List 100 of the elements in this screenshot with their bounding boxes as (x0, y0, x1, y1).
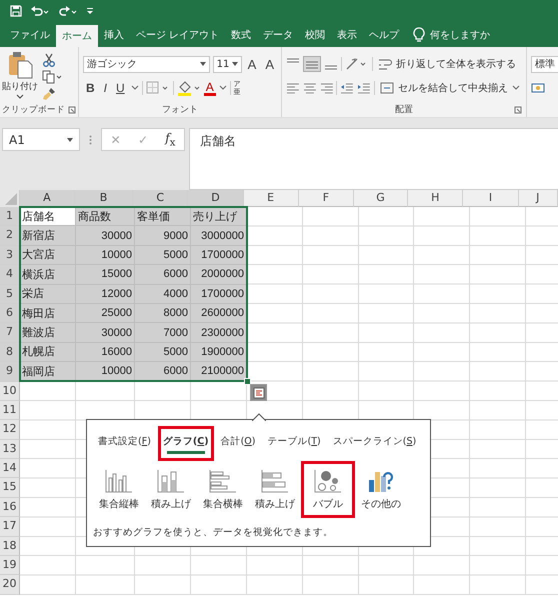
ribbon-tab[interactable]: ヘルプ (363, 22, 406, 47)
underline-button[interactable]: U (113, 81, 128, 95)
row-header[interactable]: 4 (0, 265, 20, 285)
table-cell: 客単価 (135, 207, 191, 226)
table-cell: 札幌店 (20, 342, 76, 362)
row-header[interactable]: 12 (0, 420, 20, 440)
table-cell: 5000 (135, 246, 191, 266)
column-header[interactable]: A (20, 190, 75, 207)
row-header[interactable]: 7 (0, 323, 20, 343)
italic-button[interactable]: I (100, 81, 110, 95)
analysis-tab[interactable]: 書式設定(F) (93, 426, 156, 461)
row-header[interactable]: 9 (0, 362, 20, 382)
row-header[interactable]: 3 (0, 246, 20, 266)
row-header[interactable]: 14 (0, 459, 20, 478)
row-header[interactable]: 16 (0, 498, 20, 518)
ribbon-tab[interactable]: ファイル (4, 22, 56, 47)
row-header[interactable]: 1 (0, 207, 20, 226)
column-header[interactable]: E (244, 190, 299, 207)
table-cell: 6000 (135, 265, 191, 285)
table-cell: 1700000 (191, 246, 247, 266)
row-header[interactable]: 13 (0, 440, 20, 460)
ribbon-tab[interactable]: 表示 (331, 22, 364, 47)
bold-button[interactable]: B (83, 81, 98, 95)
name-box[interactable]: A1 (2, 128, 80, 151)
table-cell: 商品数 (76, 207, 135, 226)
table-cell: 1900000 (191, 342, 247, 362)
row-header[interactable]: 5 (0, 284, 20, 304)
column-header[interactable]: D (188, 190, 244, 207)
column-header[interactable]: C (133, 190, 188, 207)
font-color-button[interactable]: A (204, 80, 216, 96)
table-cell: 4000 (135, 284, 191, 304)
column-header[interactable]: I (463, 190, 519, 207)
chart-option[interactable]: バブル (301, 461, 355, 518)
ribbon-tab[interactable]: ホーム (56, 25, 98, 47)
number-format-field[interactable]: 標準 (531, 56, 558, 72)
table-cell: 8000 (135, 304, 191, 324)
analysis-tab[interactable]: グラフ(C) (158, 426, 214, 461)
table-cell: 25000 (76, 304, 135, 324)
table-cell: 15000 (76, 265, 135, 285)
paste-button[interactable]: 貼り付け (2, 51, 38, 102)
ribbon-tab[interactable]: 数式 (225, 22, 258, 47)
analysis-tab[interactable]: テーブル(T) (262, 426, 326, 461)
table-cell: 新宿店 (20, 226, 76, 246)
increase-font-button[interactable]: A (244, 56, 260, 72)
column-header[interactable]: F (298, 190, 354, 207)
table-cell: 7000 (135, 323, 191, 343)
row-header[interactable]: 15 (0, 478, 20, 498)
chart-option[interactable]: 集合縦棒 (93, 461, 145, 518)
table-cell: 30000 (76, 226, 135, 246)
table-cell: 10000 (76, 362, 135, 382)
table-cell: 6000 (135, 362, 191, 382)
ribbon-tab[interactable]: ページ レイアウト (130, 22, 226, 47)
group-label: フォント (162, 104, 198, 116)
row-header[interactable]: 17 (0, 517, 20, 537)
chart-option[interactable]: 集合横棒 (197, 461, 249, 518)
table-cell: 難波店 (20, 323, 76, 343)
row-header[interactable]: 2 (0, 226, 20, 246)
font-size-field[interactable]: 11 (212, 56, 242, 72)
table-cell: 梅田店 (20, 304, 76, 324)
chart-option[interactable]: 積み上げ (145, 461, 197, 518)
decrease-font-button[interactable]: A (262, 56, 277, 72)
wrap-text-button[interactable]: 折り返して全体を表示する (376, 57, 518, 71)
table-cell: 2000000 (191, 265, 247, 285)
table-cell: 30000 (76, 323, 135, 343)
group-label: クリップボード (2, 104, 65, 116)
row-header[interactable]: 8 (0, 342, 20, 362)
row-header[interactable]: 18 (0, 536, 20, 556)
font-family-field[interactable]: 游ゴシック (83, 56, 210, 72)
table-cell: 10000 (76, 246, 135, 266)
table-cell: 1700000 (191, 284, 247, 304)
insert-function-button[interactable]: f$_{x}$ (165, 130, 176, 148)
table-cell: 5000 (135, 342, 191, 362)
table-cell: 横浜店 (20, 265, 76, 285)
chart-option[interactable]: 積み上げ (249, 461, 301, 518)
ribbon-tab[interactable]: データ (257, 22, 300, 47)
row-header[interactable]: 6 (0, 304, 20, 324)
table-cell: 2300000 (191, 323, 247, 343)
table-cell: 9000 (135, 226, 191, 246)
formula-input[interactable]: 店舗名 (189, 128, 558, 190)
row-header[interactable]: 19 (0, 556, 20, 576)
column-header[interactable]: J (518, 190, 558, 207)
table-cell: 3000000 (191, 226, 247, 246)
merge-center-button[interactable]: セルを結合して中央揃え (378, 81, 522, 95)
column-header[interactable]: G (354, 190, 408, 207)
analysis-tab[interactable]: 合計(O) (216, 426, 260, 461)
row-header[interactable]: 11 (0, 400, 20, 420)
table-cell: 売り上げ (191, 207, 247, 226)
column-header[interactable]: B (74, 190, 134, 207)
table-cell: 栄店 (20, 284, 76, 304)
row-header[interactable]: 20 (0, 575, 20, 595)
ribbon-tab[interactable]: 挿入 (98, 22, 130, 47)
chart-option[interactable]: その他の (355, 461, 407, 518)
row-header[interactable]: 10 (0, 382, 20, 401)
analysis-tab[interactable]: スパークライン(S) (328, 426, 422, 461)
group-label: 配置 (395, 104, 413, 116)
table-cell: 16000 (76, 342, 135, 362)
table-cell: 12000 (76, 284, 135, 304)
ribbon-tab[interactable]: 校閲 (299, 22, 332, 47)
tell-me-field[interactable]: 何をしますか (430, 22, 490, 47)
column-header[interactable]: H (408, 190, 464, 207)
